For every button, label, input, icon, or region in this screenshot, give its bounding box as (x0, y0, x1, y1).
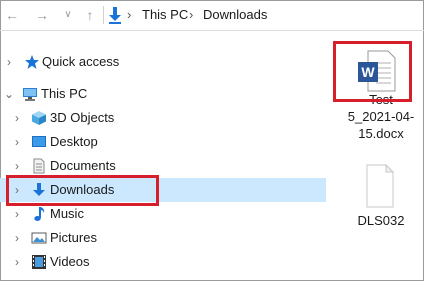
sidebar-item-3d-objects[interactable]: › 3D Objects (0, 106, 326, 130)
sidebar-item-label: Videos (50, 254, 90, 269)
address-bar: ← → ∨ ↑ › This PC › Downloads (0, 0, 424, 31)
sidebar-item-quick-access[interactable]: › Quick access (0, 50, 326, 74)
sidebar-item-label: Quick access (42, 54, 120, 69)
arrow-right-icon[interactable]: → (34, 6, 50, 24)
chevron-right-icon[interactable]: › (11, 110, 23, 126)
file-item-blank[interactable] (352, 160, 408, 210)
sidebar-item-label: Pictures (50, 230, 97, 245)
breadcrumb-separator[interactable]: › (127, 6, 131, 24)
sidebar-item-this-pc[interactable]: ⌄ This PC (0, 82, 326, 106)
sidebar-item-label: Documents (50, 158, 116, 173)
divider (103, 6, 104, 24)
sidebar-item-label: Desktop (50, 134, 98, 149)
chevron-down-icon[interactable]: ⌄ (3, 86, 15, 102)
chevron-down-icon[interactable]: ∨ (60, 6, 76, 24)
breadcrumb-separator[interactable]: › (189, 6, 193, 24)
annotation-highlight (6, 175, 159, 206)
sidebar-item-label: Music (50, 206, 84, 221)
breadcrumb-this-pc[interactable]: This PC (142, 6, 188, 24)
arrow-left-icon[interactable]: ← (4, 6, 20, 24)
document-icon (33, 158, 45, 174)
cube-icon (32, 111, 46, 125)
sidebar-item-videos[interactable]: › Videos (0, 250, 326, 274)
sidebar-item-label: 3D Objects (50, 110, 115, 125)
film-icon (32, 255, 46, 269)
download-arrow-icon (109, 7, 121, 24)
blank-file-icon (366, 164, 394, 208)
file-name-line[interactable]: 15.docx (336, 126, 424, 142)
breadcrumb-downloads[interactable]: Downloads (203, 6, 267, 24)
computer-icon (23, 88, 37, 101)
sidebar-item-pictures[interactable]: › Pictures (0, 226, 326, 250)
star-icon (25, 55, 39, 69)
chevron-right-icon[interactable]: › (11, 158, 23, 174)
chevron-right-icon[interactable]: › (11, 230, 23, 246)
chevron-right-icon[interactable]: › (3, 54, 15, 70)
desktop-icon (32, 136, 46, 147)
music-note-icon (34, 207, 45, 221)
chevron-right-icon[interactable]: › (11, 134, 23, 150)
file-name-line[interactable]: DLS032 (336, 213, 424, 229)
picture-icon (31, 232, 47, 244)
arrow-up-icon[interactable]: ↑ (82, 6, 98, 24)
annotation-highlight (333, 41, 412, 102)
chevron-right-icon[interactable]: › (11, 206, 23, 222)
chevron-right-icon[interactable]: › (11, 254, 23, 270)
sidebar-item-desktop[interactable]: › Desktop (0, 130, 326, 154)
file-name-line[interactable]: 5_2021-04- (336, 109, 424, 125)
sidebar-item-label: This PC (41, 86, 88, 101)
